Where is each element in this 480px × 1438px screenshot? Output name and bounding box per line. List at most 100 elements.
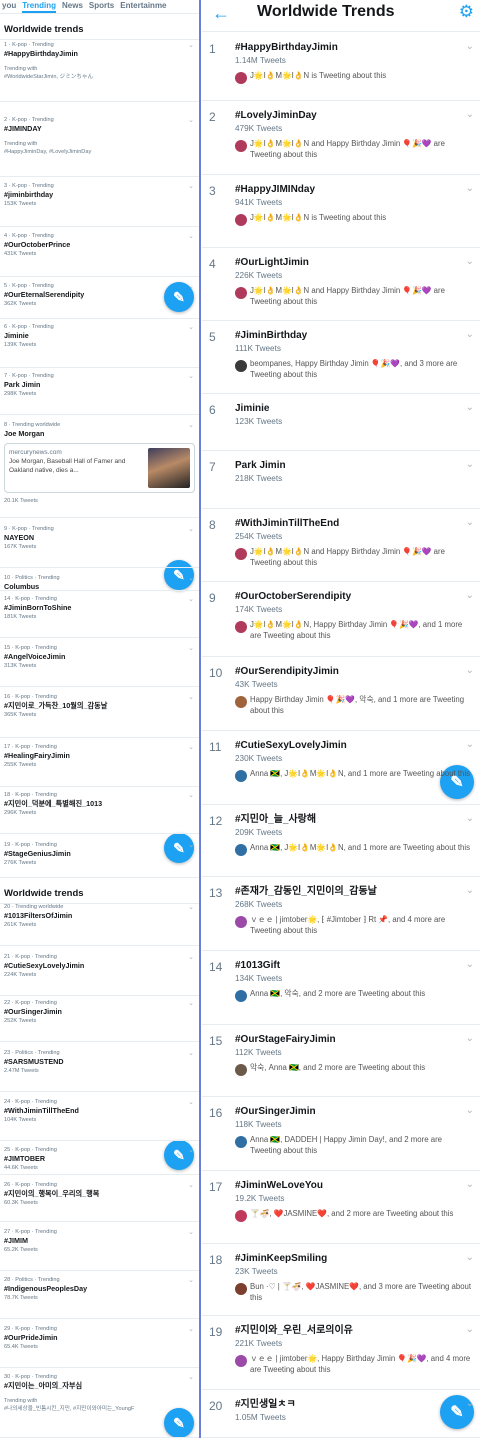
chevron-down-icon[interactable]: ⌄ [188,323,194,331]
trend-item[interactable]: 14 #1013Gift 134K Tweets ⌄ Anna 🇯🇲, 악숙, and … [202,951,480,1025]
trend-item[interactable]: 8 #WithJiminTillTheEnd 254K Tweets ⌄ J🌟I👌M🌟I… [202,509,480,582]
trend-item[interactable]: 19 #지민이와_우린_서로의이유 221K Tweets ⌄ ｖｅｅ | jimtob… [202,1316,480,1390]
back-arrow-icon[interactable]: ← [212,3,230,24]
chevron-down-icon[interactable]: ⌄ [466,402,474,413]
chevron-down-icon[interactable]: ⌄ [188,903,194,911]
trend-item[interactable]: 7 Park Jimin 218K Tweets ⌄ [202,451,480,509]
gear-icon[interactable]: ⚙ [459,2,474,22]
chevron-down-icon[interactable]: ⌄ [188,644,194,652]
chevron-down-icon[interactable]: ⌄ [466,1324,474,1335]
chevron-down-icon[interactable]: ⌄ [466,41,474,52]
trend-item[interactable]: 20 · Trending worldwide #1013FiltersOfJim… [0,900,199,946]
chevron-down-icon[interactable]: ⌄ [188,41,194,49]
trend-item[interactable]: 17 · K-pop · Trending #HealingFairyJimin 2… [0,740,199,787]
tab-for-you[interactable]: you [2,0,16,13]
chevron-down-icon[interactable]: ⌄ [188,953,194,961]
tab-news[interactable]: News [62,0,83,13]
chevron-down-icon[interactable]: ⌄ [188,841,194,849]
trend-item[interactable]: 6 · K-pop · Trending Jiminie 139K Tweets ⌄ [0,320,199,368]
trend-item[interactable]: 15 · K-pop · Trending #AngelVoiceJimin 313… [0,641,199,687]
trend-item[interactable]: 26 · K-pop · Trending #지민이의_행복이_우리의_행복 60.… [0,1178,199,1222]
chevron-down-icon[interactable]: ⌄ [466,1398,474,1409]
tab-sports[interactable]: Sports [89,0,114,13]
chevron-down-icon[interactable]: ⌄ [188,595,194,603]
chevron-down-icon[interactable]: ⌄ [466,885,474,896]
chevron-down-icon[interactable]: ⌄ [188,1181,194,1189]
chevron-down-icon[interactable]: ⌄ [188,1276,194,1284]
chevron-down-icon[interactable]: ⌄ [188,693,194,701]
trend-item[interactable]: 30 · K-pop · Trending #지민이는_아미의_자부심 Trendi… [0,1370,199,1438]
chevron-down-icon[interactable]: ⌄ [188,372,194,380]
trend-item[interactable]: 20 #지민생일ㅊㅋ 1.05M Tweets ⌄ [202,1390,480,1438]
trend-item[interactable]: 4 #OurLightJimin 226K Tweets ⌄ J🌟I👌M🌟I👌N and… [202,248,480,321]
chevron-down-icon[interactable]: ⌄ [188,182,194,190]
chevron-down-icon[interactable]: ⌄ [188,574,194,582]
chevron-down-icon[interactable]: ⌄ [188,116,194,124]
trend-item[interactable]: 10 · Politics · Trending Columbus ⌄ [0,571,199,591]
trend-item[interactable]: 15 #OurStageFairyJimin 112K Tweets ⌄ 악숙, Ann… [202,1025,480,1097]
chevron-down-icon[interactable]: ⌄ [188,1098,194,1106]
tab-trending[interactable]: Trending [22,0,57,13]
trend-item[interactable]: 12 #지민아_늘_사랑해 209K Tweets ⌄ Anna 🇯🇲, J🌟I👌M🌟I… [202,805,480,877]
chevron-down-icon[interactable]: ⌄ [188,1373,194,1381]
trend-item[interactable]: 4 · K-pop · Trending #OurOctoberPrince 431… [0,229,199,277]
trend-item[interactable]: 9 · K-pop · Trending NAYEON 167K Tweets ⌄ [0,522,199,568]
trend-item[interactable]: 2 · K-pop · Trending #JIMINDAY Trending wi… [0,113,199,177]
chevron-down-icon[interactable]: ⌄ [188,743,194,751]
trend-item[interactable]: 23 · Politics · Trending #SARSMUSTEND 2.47… [0,1046,199,1092]
trend-item[interactable]: 7 · K-pop · Trending Park Jimin 298K Tweet… [0,369,199,415]
trend-item[interactable]: 25 · K-pop · Trending #JIMTOBER 44.6K Twee… [0,1143,199,1175]
chevron-down-icon[interactable]: ⌄ [188,791,194,799]
chevron-down-icon[interactable]: ⌄ [188,421,194,429]
trend-item[interactable]: 9 #OurOctoberSerendipity 174K Tweets ⌄ J🌟I👌M… [202,582,480,657]
trend-item[interactable]: 16 · K-pop · Trending #지민이로_가득찬_10월의_감동날 3… [0,690,199,738]
chevron-down-icon[interactable]: ⌄ [466,1105,474,1116]
trend-item[interactable]: 5 · K-pop · Trending #OurEternalSerendipi… [0,279,199,319]
chevron-down-icon[interactable]: ⌄ [466,329,474,340]
chevron-down-icon[interactable]: ⌄ [188,1049,194,1057]
trend-item[interactable]: 28 · Politics · Trending #IndigenousPeopl… [0,1273,199,1319]
trend-item[interactable]: 2 #LovelyJiminDay 479K Tweets ⌄ J🌟I👌M🌟I👌N an… [202,101,480,175]
news-card[interactable]: mercurynews.com Joe Morgan, Baseball Hal… [4,443,195,493]
trend-item[interactable]: 16 #OurSingerJimin 118K Tweets ⌄ Anna 🇯🇲, DA… [202,1097,480,1171]
chevron-down-icon[interactable]: ⌄ [188,282,194,290]
chevron-down-icon[interactable]: ⌄ [188,1228,194,1236]
trend-item[interactable]: 1 · K-pop · Trending #HappyBirthdayJimin T… [0,38,199,102]
trend-item[interactable]: 11 #CutieSexyLovelyJimin 230K Tweets ⌄ Anna … [202,731,480,805]
chevron-down-icon[interactable]: ⌄ [466,1033,474,1044]
trend-item[interactable]: 21 · K-pop · Trending #CutieSexyLovelyJim… [0,950,199,996]
chevron-down-icon[interactable]: ⌄ [466,109,474,120]
chevron-down-icon[interactable]: ⌄ [466,665,474,676]
trend-item[interactable]: 18 #JiminKeepSmiling 23K Tweets ⌄ Bun ·♡ | 🍸… [202,1244,480,1316]
chevron-down-icon[interactable]: ⌄ [188,999,194,1007]
chevron-down-icon[interactable]: ⌄ [466,813,474,824]
trend-item[interactable]: 3 · K-pop · Trending #jiminbirthday 153K T… [0,179,199,227]
chevron-down-icon[interactable]: ⌄ [466,959,474,970]
chevron-down-icon[interactable]: ⌄ [466,459,474,470]
chevron-down-icon[interactable]: ⌄ [466,1179,474,1190]
chevron-down-icon[interactable]: ⌄ [466,739,474,750]
trend-item[interactable]: 10 #OurSerendipityJimin 43K Tweets ⌄ Happy B… [202,657,480,731]
trend-item[interactable]: 13 #존재가_감동인_지민이의_감동날 268K Tweets ⌄ ｖｅｅ | jim… [202,877,480,951]
trend-item[interactable]: 3 #HappyJIMINday 941K Tweets ⌄ J🌟I👌M🌟I👌N is … [202,175,480,248]
trend-item-joe-morgan[interactable]: 8 · Trending worldwide Joe Morgan ⌄ merc… [0,418,199,518]
chevron-down-icon[interactable]: ⌄ [188,1146,194,1154]
trend-item[interactable]: 17 #JiminWeLoveYou 19.2K Tweets ⌄ 🍸🍜, ❤️JASM… [202,1171,480,1244]
chevron-down-icon[interactable]: ⌄ [466,517,474,528]
chevron-down-icon[interactable]: ⌄ [188,1325,194,1333]
trend-item[interactable]: 22 · K-pop · Trending #OurSingerJimin 252K… [0,996,199,1042]
trend-item[interactable]: 1 #HappyBirthdayJimin 1.14M Tweets ⌄ J🌟I👌M🌟I… [202,33,480,101]
chevron-down-icon[interactable]: ⌄ [466,1252,474,1263]
chevron-down-icon[interactable]: ⌄ [466,590,474,601]
trend-item[interactable]: 6 Jiminie 123K Tweets ⌄ [202,394,480,451]
tab-entertainment[interactable]: Entertainme [120,0,166,13]
trend-item[interactable]: 24 · K-pop · Trending #WithJiminTillTheEn… [0,1095,199,1141]
trend-item[interactable]: 27 · K-pop · Trending #JIMIM 65.2K Tweets ⌄ [0,1225,199,1271]
trend-item[interactable]: 19 · K-pop · Trending #StageGeniusJimin 27… [0,838,199,878]
trend-item[interactable]: 5 #JiminBirthday 111K Tweets ⌄ beompanes, Ha… [202,321,480,394]
chevron-down-icon[interactable]: ⌄ [188,525,194,533]
chevron-down-icon[interactable]: ⌄ [188,232,194,240]
chevron-down-icon[interactable]: ⌄ [466,256,474,267]
trend-item[interactable]: 18 · K-pop · Trending #지민이_덕분에_특별해진_1013 2… [0,788,199,834]
chevron-down-icon[interactable]: ⌄ [466,183,474,194]
